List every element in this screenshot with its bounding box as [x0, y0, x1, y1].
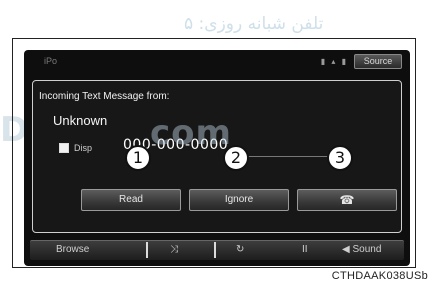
shuffle-icon[interactable]: ⤨ — [170, 244, 178, 255]
call-button[interactable]: ☎ — [297, 189, 397, 211]
callout-1: 1 — [125, 145, 151, 171]
divider — [214, 242, 216, 258]
browse-button[interactable]: Browse — [56, 244, 89, 255]
sender-name: Unknown — [53, 113, 108, 128]
source-button[interactable]: Source — [354, 54, 402, 69]
divider — [146, 242, 148, 258]
read-button[interactable]: Read — [81, 189, 181, 211]
signal-battery-icon: ▮ ▴ ▮ — [320, 57, 348, 66]
dialog-title: Incoming Text Message from: — [39, 91, 170, 102]
app-label: iPo — [44, 56, 58, 66]
ignore-button[interactable]: Ignore — [189, 189, 289, 211]
pause-icon[interactable]: II — [302, 244, 308, 255]
incoming-message-dialog: Incoming Text Message from: Unknown Disp… — [32, 80, 402, 233]
head-unit-screen: iPo ▮ ▴ ▮ Source Incoming Text Message f… — [24, 50, 410, 266]
display-checkbox[interactable] — [59, 143, 69, 153]
display-checkbox-label: Disp — [74, 143, 93, 153]
watermark-com-text: com — [150, 113, 232, 153]
status-bar: iPo ▮ ▴ ▮ Source — [24, 50, 410, 74]
figure-caption: CTHDAAK038USb — [331, 270, 428, 282]
repeat-icon[interactable]: ↻ — [236, 244, 244, 255]
callout-3: 3 — [327, 145, 353, 171]
bottom-bar: Browse ⤨ ↻ II ◀ Sound — [30, 240, 404, 260]
phone-icon: ☎ — [339, 193, 355, 207]
sound-button[interactable]: ◀ Sound — [342, 244, 381, 255]
watermark-persian-text: تلفن شبانه روزی: ۵ — [184, 14, 324, 34]
